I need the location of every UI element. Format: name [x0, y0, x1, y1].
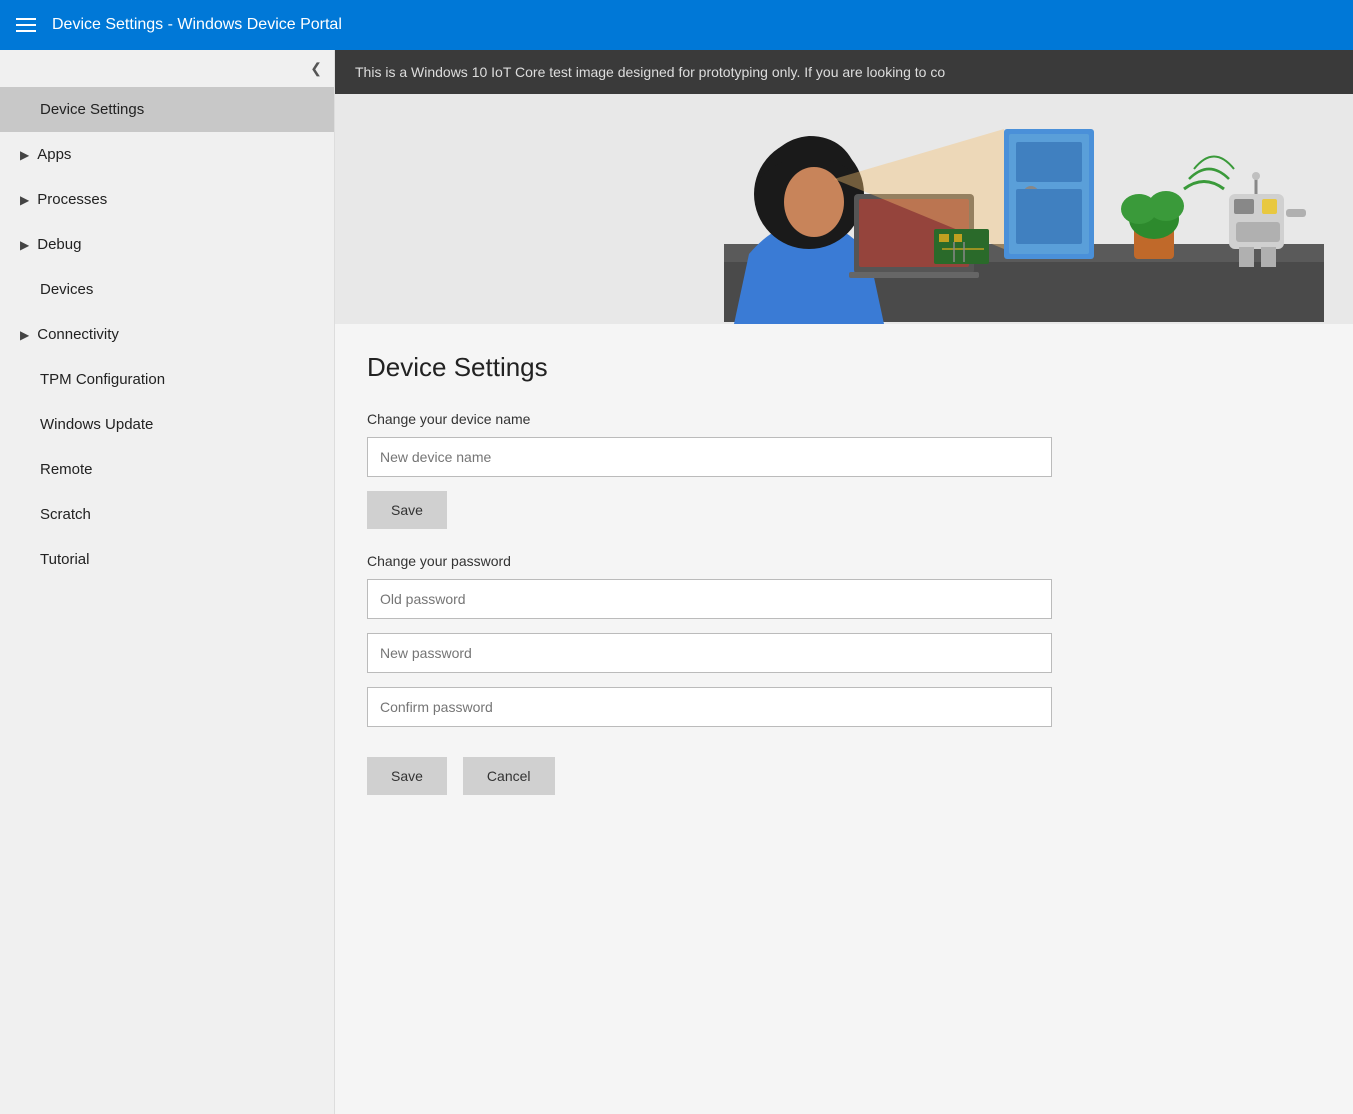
- sidebar-item-device-settings[interactable]: Device Settings: [0, 87, 334, 132]
- sidebar-item-label: Devices: [40, 281, 93, 298]
- page-title: Device Settings: [367, 352, 1321, 383]
- old-password-input[interactable]: [367, 579, 1052, 619]
- device-name-section: Change your device name Save: [367, 411, 1321, 529]
- sidebar-item-processes[interactable]: ▶ Processes: [0, 177, 334, 222]
- password-section-label: Change your password: [367, 553, 1321, 569]
- sidebar-item-devices[interactable]: Devices: [0, 267, 334, 312]
- sidebar-collapse-button[interactable]: ❮: [0, 50, 334, 87]
- sidebar-item-apps[interactable]: ▶ Apps: [0, 132, 334, 177]
- titlebar-title: Device Settings - Windows Device Portal: [52, 16, 342, 34]
- sidebar-item-debug[interactable]: ▶ Debug: [0, 222, 334, 267]
- password-cancel-button[interactable]: Cancel: [463, 757, 555, 795]
- collapse-icon: ❮: [310, 60, 322, 77]
- sidebar: ❮ Device Settings ▶ Apps ▶ Processes ▶ Debug De…: [0, 50, 335, 1114]
- sidebar-item-remote[interactable]: Remote: [0, 447, 334, 492]
- sidebar-item-label: Remote: [40, 461, 93, 478]
- hamburger-menu[interactable]: [16, 18, 36, 32]
- expand-icon: ▶: [20, 238, 29, 252]
- password-section: Change your password Save Cancel: [367, 553, 1321, 795]
- sidebar-item-label: Processes: [37, 191, 107, 208]
- main-content: This is a Windows 10 IoT Core test image…: [335, 50, 1353, 1114]
- device-name-save-button[interactable]: Save: [367, 491, 447, 529]
- sidebar-item-tutorial[interactable]: Tutorial: [0, 537, 334, 582]
- sidebar-item-label: Windows Update: [40, 416, 153, 433]
- sidebar-item-windows-update[interactable]: Windows Update: [0, 402, 334, 447]
- password-save-button[interactable]: Save: [367, 757, 447, 795]
- device-name-label: Change your device name: [367, 411, 1321, 427]
- sidebar-item-tpm-configuration[interactable]: TPM Configuration: [0, 357, 334, 402]
- sidebar-item-label: Scratch: [40, 506, 91, 523]
- new-password-input[interactable]: [367, 633, 1052, 673]
- expand-icon: ▶: [20, 193, 29, 207]
- banner-text: This is a Windows 10 IoT Core test image…: [355, 64, 945, 80]
- device-name-input[interactable]: [367, 437, 1052, 477]
- sidebar-item-label: Device Settings: [40, 101, 144, 118]
- expand-icon: ▶: [20, 328, 29, 342]
- sidebar-item-label: TPM Configuration: [40, 371, 165, 388]
- hero-image: [335, 94, 1353, 324]
- password-btn-row: Save Cancel: [367, 757, 1321, 795]
- sidebar-item-label: Connectivity: [37, 326, 119, 343]
- banner: This is a Windows 10 IoT Core test image…: [335, 50, 1353, 94]
- sidebar-item-label: Tutorial: [40, 551, 89, 568]
- expand-icon: ▶: [20, 148, 29, 162]
- app-layout: ❮ Device Settings ▶ Apps ▶ Processes ▶ Debug De…: [0, 50, 1353, 1114]
- sidebar-item-connectivity[interactable]: ▶ Connectivity: [0, 312, 334, 357]
- sidebar-item-label: Apps: [37, 146, 71, 163]
- titlebar: Device Settings - Windows Device Portal: [0, 0, 1353, 50]
- content-area: Device Settings Change your device name …: [335, 324, 1353, 835]
- confirm-password-input[interactable]: [367, 687, 1052, 727]
- sidebar-item-scratch[interactable]: Scratch: [0, 492, 334, 537]
- sidebar-item-label: Debug: [37, 236, 81, 253]
